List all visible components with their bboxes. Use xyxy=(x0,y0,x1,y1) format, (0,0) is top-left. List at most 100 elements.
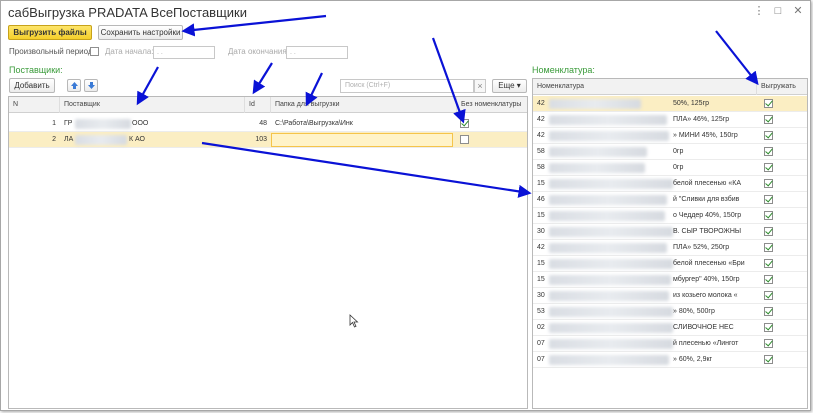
nomenclature-table-header: Номенклатура Выгружать xyxy=(533,79,807,95)
export-checkbox[interactable] xyxy=(764,131,773,140)
export-files-button[interactable]: Выгрузить файлы xyxy=(8,25,92,40)
supplier-search-input[interactable]: Поиск (Ctrl+F) xyxy=(340,79,474,93)
redacted-text xyxy=(75,135,127,145)
window-title: сабВыгрузка PRADATA ВсеПоставщики xyxy=(8,5,247,20)
nomenclature-row[interactable]: 15 белой плесенью «Бри xyxy=(533,256,807,272)
col-folder[interactable]: Папка для выгрузки xyxy=(271,97,457,113)
move-down-button[interactable] xyxy=(84,79,98,92)
save-settings-button[interactable]: Сохранить настройки xyxy=(98,25,183,40)
export-checkbox[interactable] xyxy=(764,195,773,204)
supplier-name-suffix: К АО xyxy=(129,136,145,143)
start-date-field[interactable]: . . xyxy=(153,46,215,59)
row-number: 1 xyxy=(52,120,56,127)
custom-period-checkbox[interactable] xyxy=(90,47,99,56)
item-name-suffix: мбургер" 40%, 150гр xyxy=(673,276,740,283)
export-folder[interactable]: C:\Работа\Выгрузка\Инк xyxy=(275,116,455,132)
start-date-label: Дата начала: xyxy=(105,47,154,56)
nomenclature-row[interactable]: 46 й "Сливки для взбив xyxy=(533,192,807,208)
clear-search-icon[interactable]: × xyxy=(474,79,486,93)
redacted-text xyxy=(549,179,673,189)
item-name-suffix: белой плесенью «Бри xyxy=(673,260,745,267)
export-checkbox[interactable] xyxy=(764,99,773,108)
suppliers-table-header: N Поставщик Id Папка для выгрузки Без но… xyxy=(9,97,527,113)
redacted-text xyxy=(549,243,667,253)
nomenclature-row[interactable]: 42 ПЛА» 52%, 250гр xyxy=(533,240,807,256)
mouse-cursor-icon xyxy=(349,314,359,328)
add-supplier-button[interactable]: Добавить xyxy=(9,78,55,93)
end-date-field[interactable]: . . xyxy=(286,46,348,59)
item-name-suffix: белой плесенью «КА xyxy=(673,180,742,187)
redacted-text xyxy=(549,163,645,173)
close-icon[interactable]: ✕ xyxy=(791,5,805,17)
nomenclature-row[interactable]: 07» 60%, 2,9кг xyxy=(533,352,807,368)
nomenclature-row[interactable]: 58 0гр xyxy=(533,144,807,160)
more-menu-button[interactable]: Еще ▾ xyxy=(492,79,527,93)
supplier-id: 48 xyxy=(259,120,267,127)
export-checkbox[interactable] xyxy=(764,259,773,268)
export-checkbox[interactable] xyxy=(764,291,773,300)
col-id[interactable]: Id xyxy=(245,97,271,113)
item-name-suffix: 50%, 125гр xyxy=(673,100,710,107)
item-name-suffix: й "Сливки для взбив xyxy=(673,196,740,203)
nomenclature-row[interactable]: 53» 80%, 500гр xyxy=(533,304,807,320)
redacted-text xyxy=(549,227,673,237)
nomenclature-row[interactable]: 15 мбургер" 40%, 150гр xyxy=(533,272,807,288)
nomenclature-row[interactable]: 42 ПЛА» 46%, 125гр xyxy=(533,112,807,128)
item-name-suffix: 0гр xyxy=(673,164,684,171)
col-supplier[interactable]: Поставщик xyxy=(60,97,245,113)
nomenclature-row[interactable]: 15 о Чеддер 40%, 150гр xyxy=(533,208,807,224)
item-name-suffix: » 80%, 500гр xyxy=(673,308,715,315)
maximize-icon[interactable]: □ xyxy=(771,5,785,17)
redacted-text xyxy=(549,355,669,365)
redacted-text xyxy=(549,275,671,285)
item-name-suffix: СЛИВОЧНОЕ НЕС xyxy=(673,324,734,331)
redacted-text xyxy=(549,131,669,141)
nomenclature-row[interactable]: 30 из козьего молока « xyxy=(533,288,807,304)
nomenclature-row[interactable]: 02 СЛИВОЧНОЕ НЕС xyxy=(533,320,807,336)
export-checkbox[interactable] xyxy=(764,323,773,332)
supplier-id: 103 xyxy=(255,136,267,143)
redacted-text xyxy=(549,307,673,317)
export-checkbox[interactable] xyxy=(764,227,773,236)
export-checkbox[interactable] xyxy=(764,275,773,284)
redacted-text xyxy=(549,291,669,301)
redacted-text xyxy=(549,259,673,269)
table-row[interactable]: 2 ЛА К АО 103 xyxy=(9,132,527,148)
nomenclature-table: Номенклатура Выгружать 42 50%, 125гр 42 ПЛА… xyxy=(532,78,808,409)
suppliers-section-label: Поставщики: xyxy=(9,65,63,75)
item-name-suffix: В. СЫР ТВОРОЖНЫ xyxy=(673,228,742,235)
nomenclature-row[interactable]: 58 0гр xyxy=(533,160,807,176)
col-nomenclature[interactable]: Номенклатура xyxy=(533,79,757,95)
nomenclature-row[interactable]: 15 белой плесенью «КА xyxy=(533,176,807,192)
no-nomenclature-checkbox[interactable] xyxy=(460,135,469,144)
export-checkbox[interactable] xyxy=(764,339,773,348)
annotation-arrow xyxy=(252,62,273,95)
item-name-suffix: 0гр xyxy=(673,148,684,155)
nomenclature-row[interactable]: 42 50%, 125гр xyxy=(533,96,807,112)
table-row[interactable]: 1 ГР ООО 48 C:\Работа\Выгрузка\Инк xyxy=(9,116,527,132)
col-export[interactable]: Выгружать xyxy=(757,79,807,95)
nomenclature-row[interactable]: 30 В. СЫР ТВОРОЖНЫ xyxy=(533,224,807,240)
export-checkbox[interactable] xyxy=(764,163,773,172)
item-name-suffix: ПЛА» 52%, 250гр xyxy=(673,244,730,251)
no-nomenclature-checkbox[interactable] xyxy=(460,119,469,128)
col-n[interactable]: N xyxy=(9,97,60,113)
export-checkbox[interactable] xyxy=(764,211,773,220)
item-name-suffix: о Чеддер 40%, 150гр xyxy=(673,212,742,219)
move-up-button[interactable] xyxy=(67,79,81,92)
nomenclature-section-label: Номенклатура: xyxy=(532,65,595,75)
redacted-text xyxy=(549,147,647,157)
export-checkbox[interactable] xyxy=(764,115,773,124)
export-checkbox[interactable] xyxy=(764,147,773,156)
export-checkbox[interactable] xyxy=(764,355,773,364)
nomenclature-row[interactable]: 07 й плесенью «Лингот xyxy=(533,336,807,352)
nomenclature-row[interactable]: 42» МИНИ 45%, 150гр xyxy=(533,128,807,144)
export-folder-input[interactable] xyxy=(271,133,453,147)
item-name-suffix: й плесенью «Лингот xyxy=(673,340,739,347)
export-checkbox[interactable] xyxy=(764,243,773,252)
export-checkbox[interactable] xyxy=(764,179,773,188)
more-actions-icon[interactable]: ⋮ xyxy=(752,5,766,17)
col-no-nomenclature[interactable]: Без номенклатуры xyxy=(457,97,527,113)
export-checkbox[interactable] xyxy=(764,307,773,316)
redacted-text xyxy=(549,323,673,333)
